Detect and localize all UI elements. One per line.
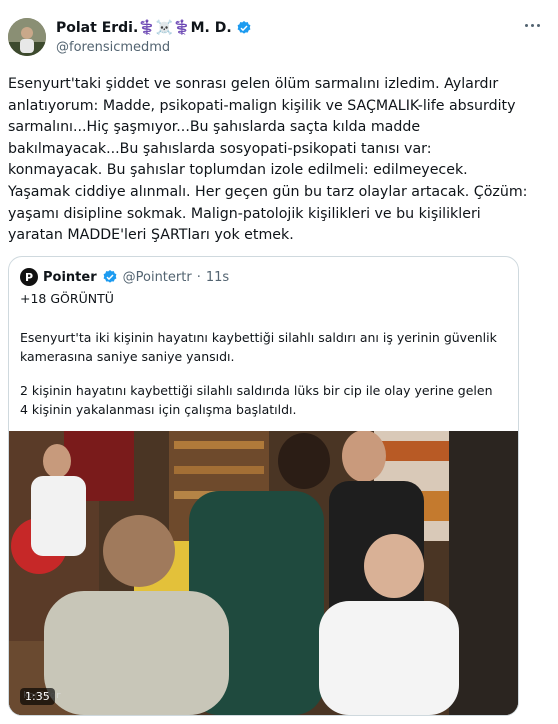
- quoted-paragraph: Esenyurt'ta iki kişinin hayatını kaybett…: [20, 330, 497, 364]
- tweet: Polat Erdi.⚕️☠️⚕️M. D. @forensicmedmd Es…: [0, 0, 558, 724]
- quoted-author-handle[interactable]: @Pointertr: [123, 270, 192, 285]
- quoted-tag: +18 GÖRÜNTÜ: [20, 291, 114, 306]
- more-options-icon[interactable]: [525, 24, 540, 27]
- video-player[interactable]: koridor 1:35: [9, 431, 518, 715]
- tweet-text: Esenyurt'taki şiddet ve sonrası gelen öl…: [8, 74, 528, 247]
- avatar[interactable]: [8, 18, 46, 56]
- video-duration: 1:35: [20, 688, 55, 705]
- quoted-timestamp[interactable]: 11s: [206, 270, 229, 285]
- tweet-paragraph: Esenyurt'taki şiddet ve sonrası gelen öl…: [8, 76, 528, 244]
- author-handle[interactable]: @forensicmedmd: [56, 40, 170, 55]
- quoted-tweet[interactable]: P Pointer @Pointertr · 11s +18 GÖRÜNTÜ E…: [8, 256, 519, 716]
- separator-dot: ·: [196, 269, 201, 285]
- author-name-row[interactable]: Polat Erdi.⚕️☠️⚕️M. D.: [56, 20, 252, 36]
- video-frame: [9, 431, 518, 715]
- author-display-name[interactable]: Polat Erdi.⚕️☠️⚕️M. D.: [56, 20, 232, 36]
- verified-badge-icon: [236, 20, 252, 36]
- quoted-tweet-header: P Pointer @Pointertr · 11s: [20, 268, 229, 286]
- quoted-author-name[interactable]: Pointer: [43, 270, 97, 285]
- pointer-logo-icon: P: [20, 268, 38, 286]
- verified-badge-icon: [102, 269, 118, 285]
- quoted-paragraph: 2 kişinin hayatını kaybettiği silahlı sa…: [20, 383, 493, 417]
